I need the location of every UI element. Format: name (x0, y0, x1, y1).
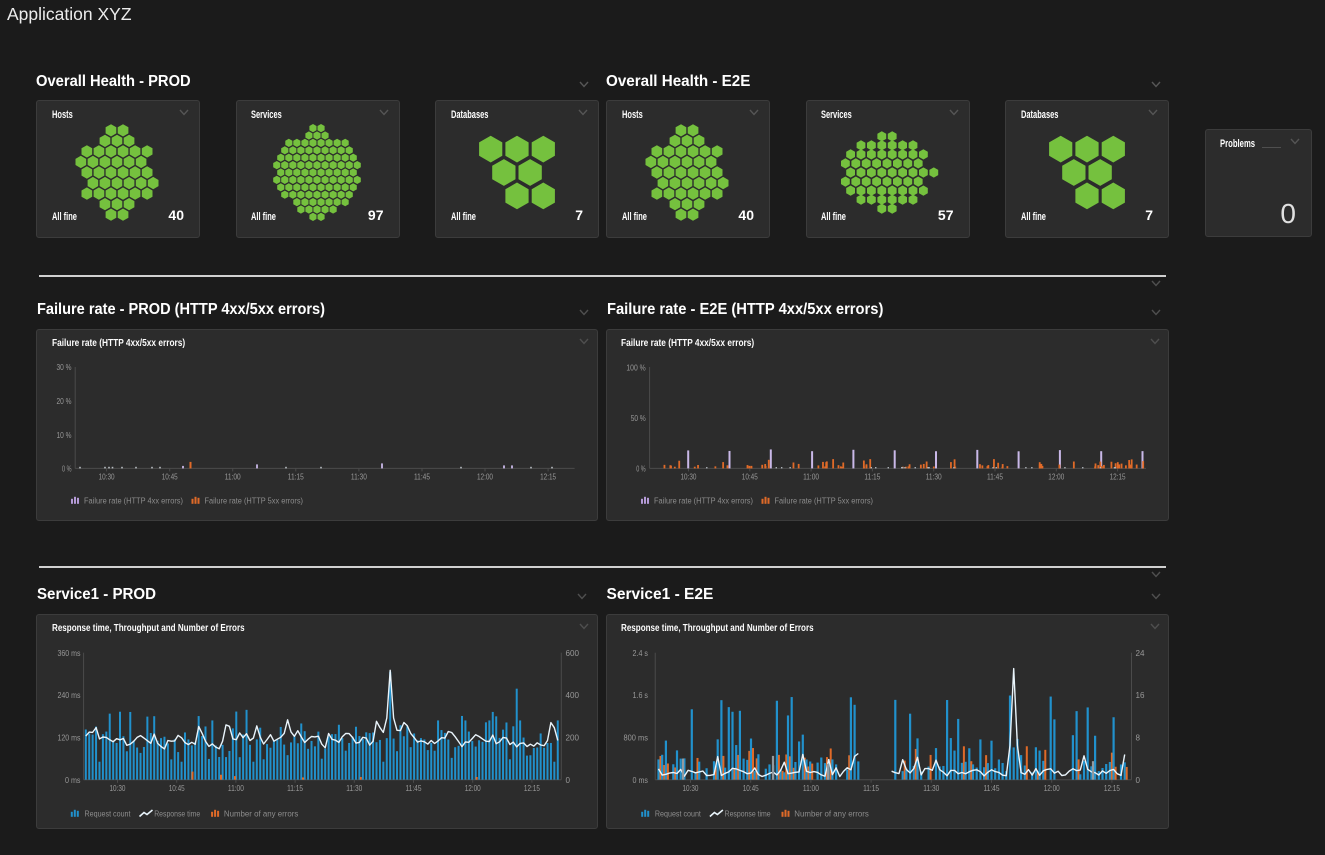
svg-text:Failure rate (HTTP 5xx errors): Failure rate (HTTP 5xx errors) (775, 497, 874, 506)
svg-text:Number of any errors: Number of any errors (224, 810, 299, 819)
svg-text:11:15: 11:15 (288, 473, 304, 482)
svg-text:10:45: 10:45 (169, 784, 185, 793)
svg-text:11:30: 11:30 (926, 473, 942, 482)
svg-text:12:00: 12:00 (1048, 473, 1064, 482)
svg-text:11:15: 11:15 (864, 473, 880, 482)
svg-text:11:45: 11:45 (414, 473, 430, 482)
svg-text:30 %: 30 % (57, 363, 72, 372)
svg-text:0 ms: 0 ms (633, 776, 649, 785)
svg-text:1.6 s: 1.6 s (633, 691, 649, 700)
svg-text:20 %: 20 % (57, 397, 72, 406)
svg-text:0: 0 (1136, 776, 1141, 785)
svg-text:0 %: 0 % (636, 465, 646, 474)
svg-text:10:30: 10:30 (99, 473, 115, 482)
svg-text:24: 24 (1136, 649, 1145, 658)
svg-text:11:00: 11:00 (803, 784, 819, 793)
svg-text:10 %: 10 % (57, 431, 72, 440)
svg-text:11:30: 11:30 (346, 784, 362, 793)
svg-text:12:15: 12:15 (1104, 784, 1120, 793)
svg-text:10:45: 10:45 (742, 473, 758, 482)
svg-text:200: 200 (566, 734, 580, 743)
svg-text:0: 0 (566, 776, 571, 785)
svg-text:11:30: 11:30 (923, 784, 939, 793)
svg-text:12:00: 12:00 (477, 473, 493, 482)
svg-text:12:00: 12:00 (1044, 784, 1060, 793)
svg-text:11:15: 11:15 (287, 784, 303, 793)
svg-text:10:30: 10:30 (683, 784, 699, 793)
svg-text:11:15: 11:15 (863, 784, 879, 793)
svg-text:0 %: 0 % (62, 465, 72, 474)
svg-text:400: 400 (566, 691, 580, 700)
svg-text:Request count: Request count (85, 810, 132, 819)
svg-text:11:45: 11:45 (984, 784, 1000, 793)
svg-text:Number of any errors: Number of any errors (794, 810, 869, 819)
svg-text:800 ms: 800 ms (624, 734, 649, 743)
svg-text:12:00: 12:00 (465, 784, 481, 793)
svg-text:Request count: Request count (655, 810, 702, 819)
svg-text:12:15: 12:15 (540, 473, 556, 482)
svg-text:Failure rate (HTTP 4xx errors): Failure rate (HTTP 4xx errors) (84, 497, 183, 506)
svg-text:2.4 s: 2.4 s (633, 649, 649, 658)
svg-text:12:15: 12:15 (1110, 473, 1126, 482)
svg-text:10:30: 10:30 (110, 784, 126, 793)
svg-text:Failure rate (HTTP 5xx errors): Failure rate (HTTP 5xx errors) (205, 497, 304, 506)
svg-text:50 %: 50 % (631, 414, 646, 423)
svg-text:10:45: 10:45 (162, 473, 178, 482)
svg-text:0 ms: 0 ms (65, 776, 81, 785)
svg-text:240 ms: 240 ms (58, 691, 81, 700)
svg-text:10:30: 10:30 (681, 473, 697, 482)
svg-text:Failure rate (HTTP 4xx errors): Failure rate (HTTP 4xx errors) (654, 497, 753, 506)
svg-text:11:00: 11:00 (225, 473, 241, 482)
svg-text:600: 600 (566, 649, 580, 658)
svg-text:11:45: 11:45 (406, 784, 422, 793)
svg-text:10:45: 10:45 (743, 784, 759, 793)
svg-text:11:45: 11:45 (987, 473, 1003, 482)
svg-text:11:30: 11:30 (351, 473, 367, 482)
svg-text:Response time: Response time (725, 810, 771, 819)
svg-text:12:15: 12:15 (524, 784, 540, 793)
svg-text:Response time: Response time (154, 810, 200, 819)
svg-text:11:00: 11:00 (228, 784, 244, 793)
svg-text:11:00: 11:00 (803, 473, 819, 482)
svg-text:100 %: 100 % (626, 363, 645, 372)
svg-text:120 ms: 120 ms (58, 734, 81, 743)
svg-text:16: 16 (1136, 691, 1145, 700)
svg-text:8: 8 (1136, 734, 1141, 743)
svg-text:360 ms: 360 ms (58, 649, 81, 658)
